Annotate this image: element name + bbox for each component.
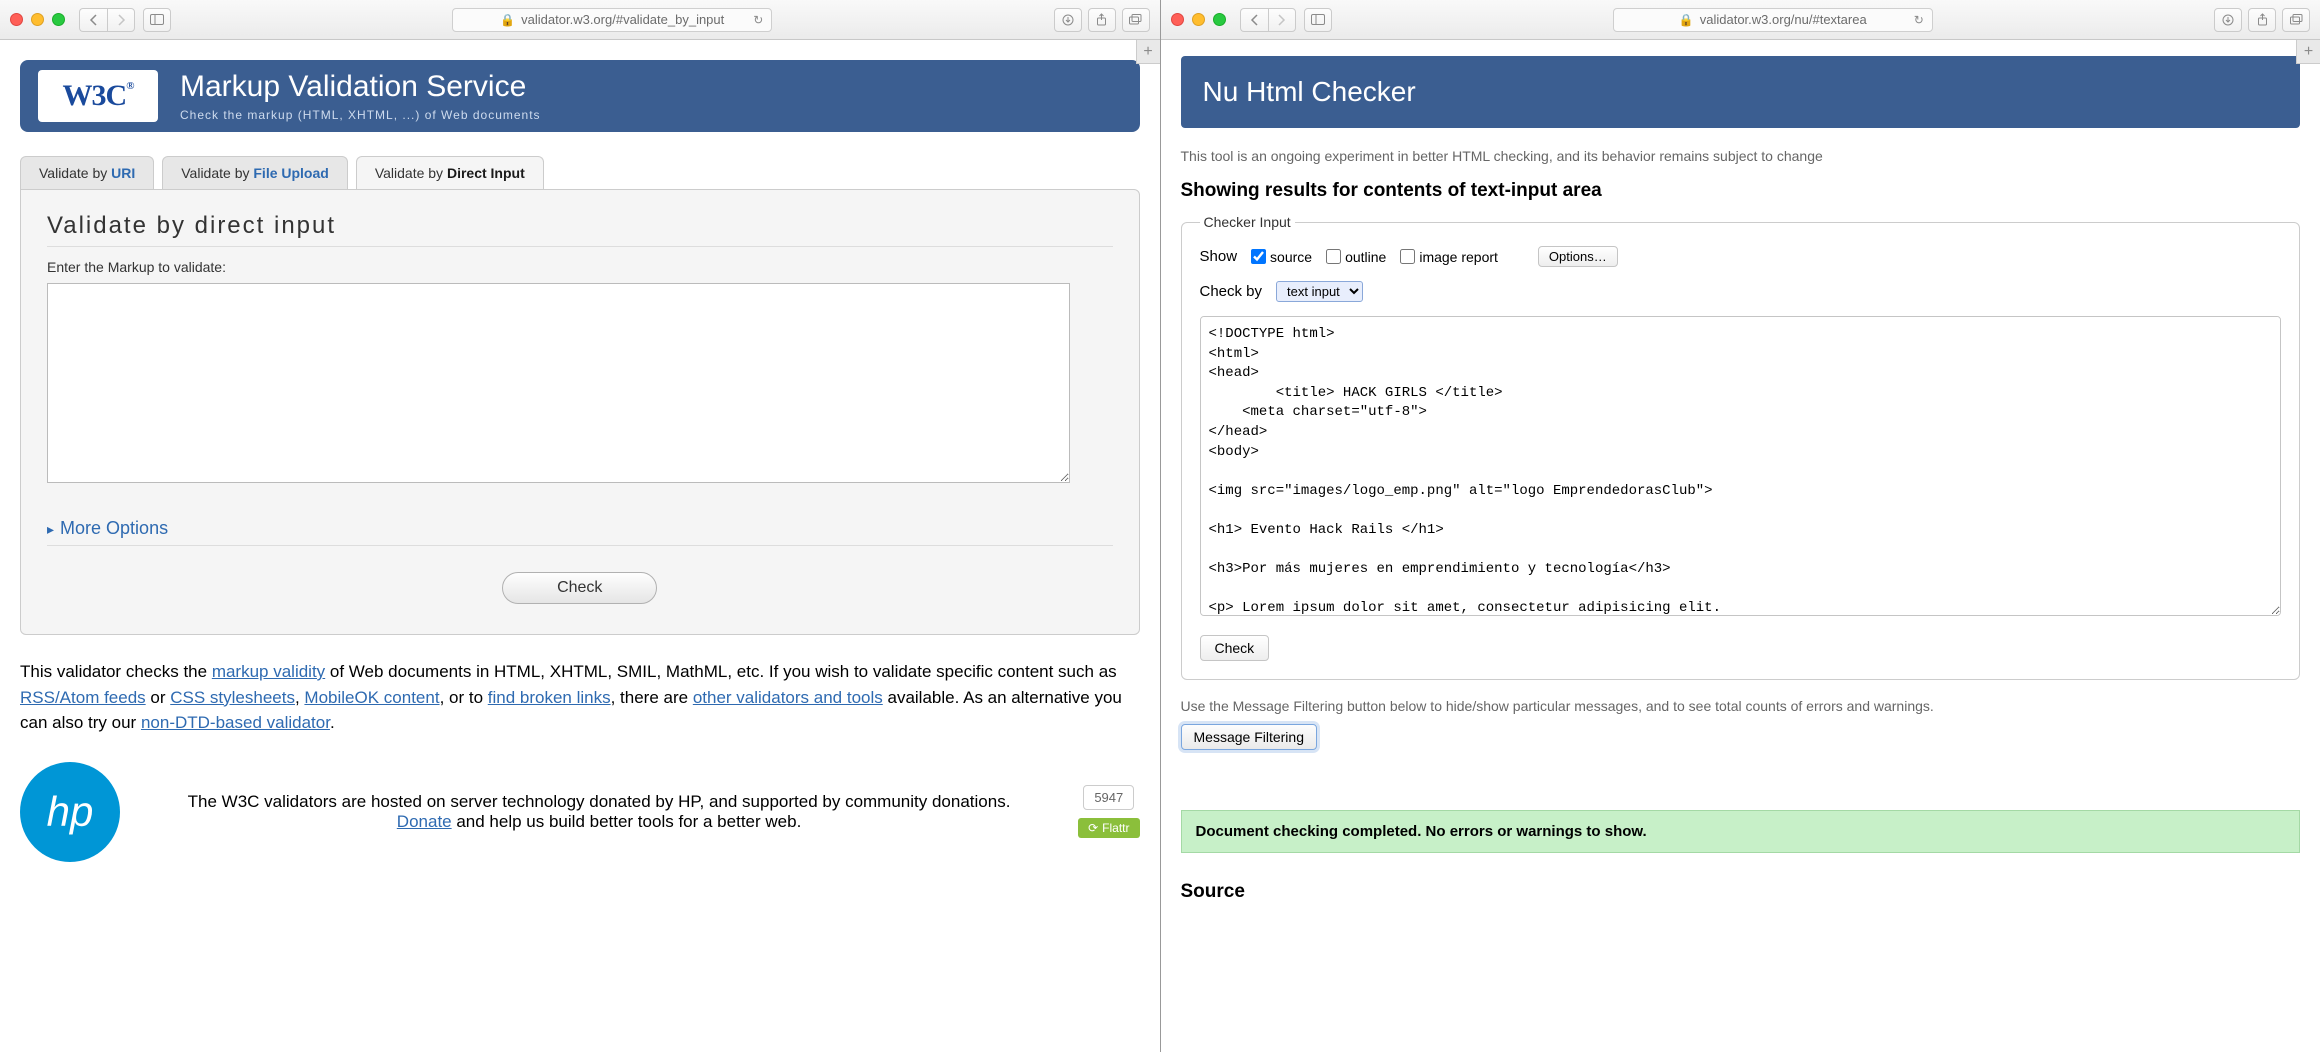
panel-heading: Validate by direct input (47, 212, 1113, 247)
show-outline-checkbox[interactable]: outline (1326, 249, 1386, 265)
downloads-button[interactable] (2214, 8, 2242, 32)
reload-icon[interactable]: ↻ (1914, 13, 1924, 27)
show-source-checkbox[interactable]: source (1251, 249, 1312, 265)
url-text: validator.w3.org/nu/#textarea (1700, 12, 1867, 27)
tool-note: This tool is an ongoing experiment in be… (1181, 148, 2301, 164)
forward-button[interactable] (1268, 8, 1296, 32)
link-rss-atom[interactable]: RSS/Atom feeds (20, 688, 146, 707)
link-non-dtd[interactable]: non-DTD-based validator (141, 713, 330, 732)
markup-label: Enter the Markup to validate: (47, 259, 1113, 275)
lock-icon: 🔒 (1679, 13, 1694, 27)
browser-toolbar-right: 🔒 validator.w3.org/nu/#textarea ↻ (1161, 0, 2320, 40)
page-subtitle: Check the markup (HTML, XHTML, ...) of W… (180, 108, 541, 122)
downloads-button[interactable] (1054, 8, 1082, 32)
filter-note: Use the Message Filtering button below t… (1181, 698, 2301, 714)
w3c-logo[interactable]: W3C® (38, 70, 158, 122)
tab-validate-upload[interactable]: Validate by File Upload (162, 156, 348, 189)
check-button[interactable]: Check (502, 572, 657, 604)
checkby-select[interactable]: text input (1276, 281, 1363, 302)
message-filtering-button[interactable]: Message Filtering (1181, 724, 1318, 750)
close-window-button[interactable] (1171, 13, 1184, 26)
success-message: Document checking completed. No errors o… (1181, 810, 2301, 853)
link-other-tools[interactable]: other validators and tools (693, 688, 883, 707)
new-tab-button[interactable]: + (2296, 40, 2320, 64)
sidebar-button[interactable] (143, 8, 171, 32)
link-broken-links[interactable]: find broken links (488, 688, 611, 707)
maximize-window-button[interactable] (52, 13, 65, 26)
tab-validate-uri[interactable]: Validate by URI (20, 156, 154, 189)
page-title: Nu Html Checker (1203, 76, 2279, 108)
reload-icon[interactable]: ↻ (753, 13, 763, 27)
donate-link[interactable]: Donate (397, 812, 452, 831)
validation-tabs: Validate by URI Validate by File Upload … (20, 156, 1140, 189)
validate-panel: Validate by direct input Enter the Marku… (20, 189, 1140, 635)
share-button[interactable] (2248, 8, 2276, 32)
lock-icon: 🔒 (500, 13, 515, 27)
w3c-banner: W3C® Markup Validation Service Check the… (20, 60, 1140, 132)
markup-textarea[interactable] (47, 283, 1070, 483)
link-markup-validity[interactable]: markup validity (212, 662, 325, 681)
more-options-toggle[interactable]: More Options (47, 518, 1113, 546)
tabs-button[interactable] (1122, 8, 1150, 32)
nu-banner: Nu Html Checker (1181, 56, 2301, 128)
close-window-button[interactable] (10, 13, 23, 26)
source-heading: Source (1181, 881, 2301, 903)
minimize-window-button[interactable] (1192, 13, 1205, 26)
new-tab-button[interactable]: + (1136, 40, 1160, 64)
tab-validate-direct[interactable]: Validate by Direct Input (356, 156, 544, 189)
footer: hp The W3C validators are hosted on serv… (20, 762, 1140, 862)
maximize-window-button[interactable] (1213, 13, 1226, 26)
checker-input-fieldset: Checker Input Show source outline image … (1181, 214, 2301, 680)
hp-logo[interactable]: hp (20, 762, 120, 862)
tabs-button[interactable] (2282, 8, 2310, 32)
show-label: Show (1200, 248, 1238, 265)
window-validator: 🔒 validator.w3.org/#validate_by_input ↻ … (0, 0, 1161, 1052)
forward-button[interactable] (107, 8, 135, 32)
browser-toolbar-left: 🔒 validator.w3.org/#validate_by_input ↻ (0, 0, 1160, 40)
link-mobileok[interactable]: MobileOK content (304, 688, 439, 707)
page-content-right: Nu Html Checker This tool is an ongoing … (1161, 40, 2320, 1052)
page-content-left: W3C® Markup Validation Service Check the… (0, 40, 1160, 1052)
results-heading: Showing results for contents of text-inp… (1181, 180, 2301, 202)
source-textarea[interactable] (1200, 316, 2282, 616)
options-button[interactable]: Options… (1538, 246, 1618, 267)
page-title: Markup Validation Service (180, 70, 541, 104)
flattr-count: 5947 (1083, 785, 1134, 810)
fieldset-legend: Checker Input (1200, 214, 1295, 230)
show-image-report-checkbox[interactable]: image report (1400, 249, 1498, 265)
description-text: This validator checks the markup validit… (20, 659, 1140, 736)
url-text: validator.w3.org/#validate_by_input (521, 12, 724, 27)
address-bar[interactable]: 🔒 validator.w3.org/nu/#textarea ↻ (1613, 8, 1933, 32)
back-button[interactable] (1240, 8, 1268, 32)
back-button[interactable] (79, 8, 107, 32)
check-button[interactable]: Check (1200, 635, 1270, 661)
footer-text: The W3C validators are hosted on server … (140, 792, 1058, 812)
flattr-button[interactable]: ⟳Flattr (1078, 818, 1139, 838)
address-bar[interactable]: 🔒 validator.w3.org/#validate_by_input ↻ (452, 8, 772, 32)
minimize-window-button[interactable] (31, 13, 44, 26)
checkby-label: Check by (1200, 283, 1263, 300)
share-button[interactable] (1088, 8, 1116, 32)
link-css[interactable]: CSS stylesheets (170, 688, 295, 707)
sidebar-button[interactable] (1304, 8, 1332, 32)
window-nu-checker: 🔒 validator.w3.org/nu/#textarea ↻ + Nu H… (1161, 0, 2320, 1052)
